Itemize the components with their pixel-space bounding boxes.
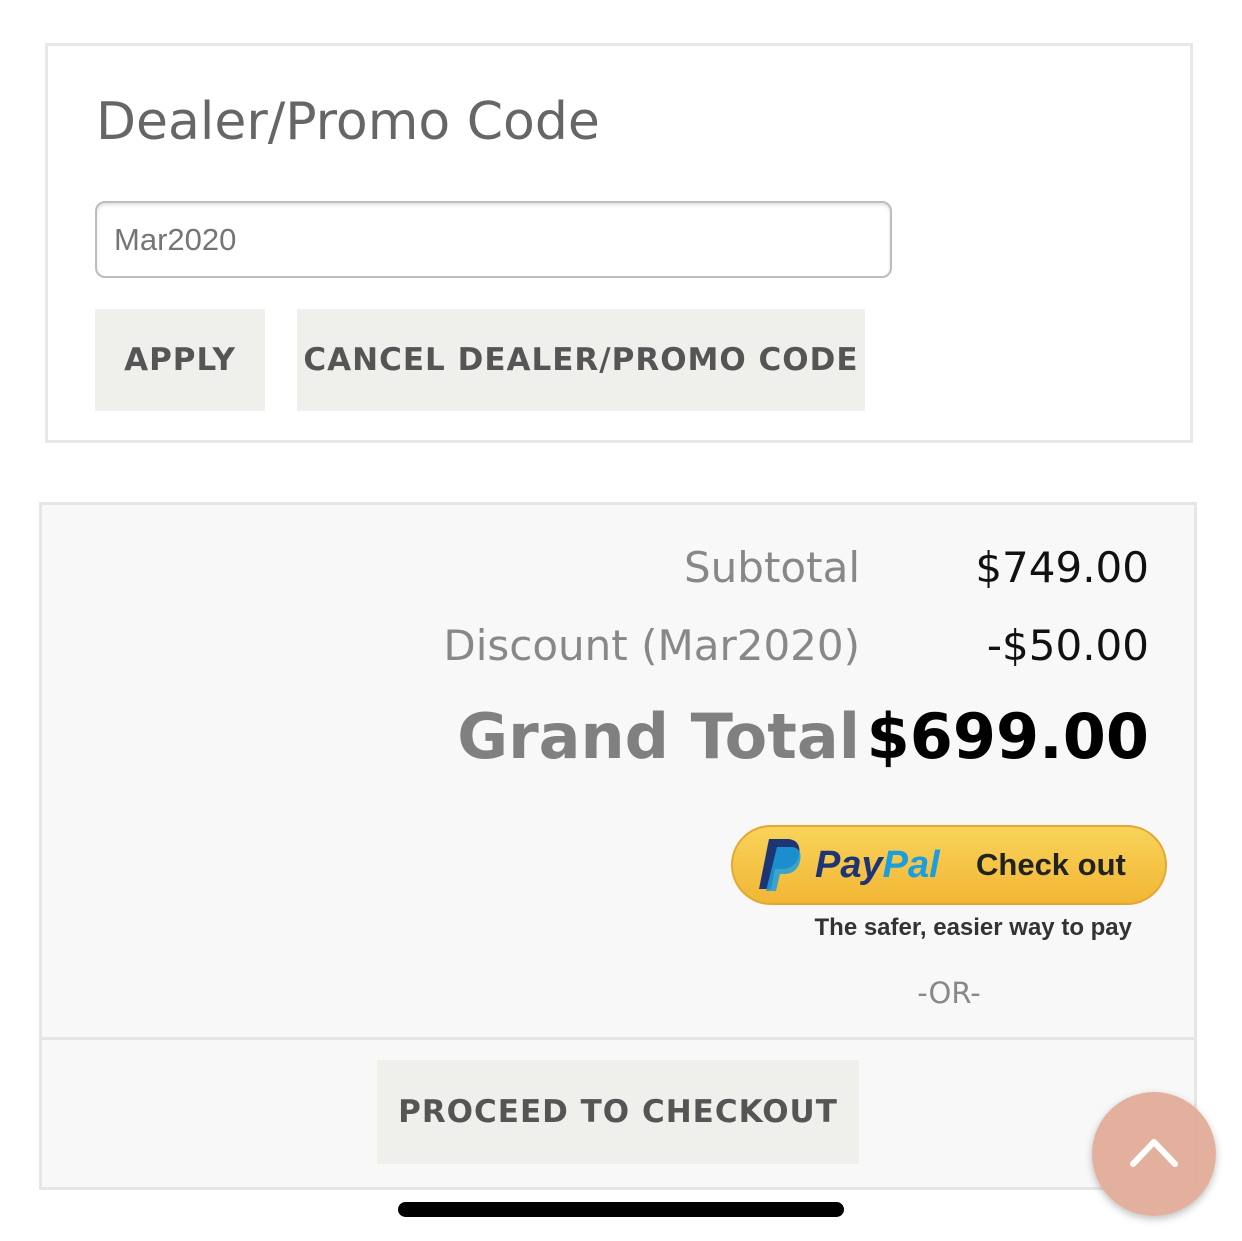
paypal-wordmark: PayPal xyxy=(815,839,940,891)
paypal-checkout-label: Check out xyxy=(976,847,1126,882)
cancel-promo-code-button[interactable]: CANCEL DEALER/PROMO CODE xyxy=(297,309,865,411)
paypal-word-pay: Pay xyxy=(815,844,883,886)
grand-total-label: Grand Total xyxy=(457,700,860,773)
apply-button[interactable]: APPLY xyxy=(95,309,265,411)
promo-code-input[interactable] xyxy=(95,201,892,278)
grand-total-value: $699.00 xyxy=(866,700,1149,773)
or-separator: -OR- xyxy=(917,976,981,1010)
paypal-word-pal: Pal xyxy=(882,844,940,886)
paypal-logo-icon xyxy=(759,839,801,891)
promo-code-title: Dealer/Promo Code xyxy=(96,92,600,152)
subtotal-label: Subtotal xyxy=(684,543,860,592)
promo-code-panel: Dealer/Promo Code APPLY CANCEL DEALER/PR… xyxy=(45,43,1193,443)
subtotal-value: $749.00 xyxy=(975,543,1149,592)
discount-label: Discount (Mar2020) xyxy=(443,621,860,670)
discount-value: -$50.00 xyxy=(986,621,1149,670)
paypal-checkout-button[interactable]: PayPal Check out xyxy=(731,825,1167,905)
divider xyxy=(42,1037,1194,1040)
order-totals-panel: Subtotal $749.00 Discount (Mar2020) -$50… xyxy=(39,502,1197,1190)
back-to-top-button[interactable] xyxy=(1092,1092,1216,1216)
paypal-tagline: The safer, easier way to pay xyxy=(814,914,1133,941)
chevron-up-icon xyxy=(1130,1139,1178,1167)
proceed-to-checkout-button[interactable]: PROCEED TO CHECKOUT xyxy=(377,1060,859,1164)
home-indicator xyxy=(398,1202,844,1217)
